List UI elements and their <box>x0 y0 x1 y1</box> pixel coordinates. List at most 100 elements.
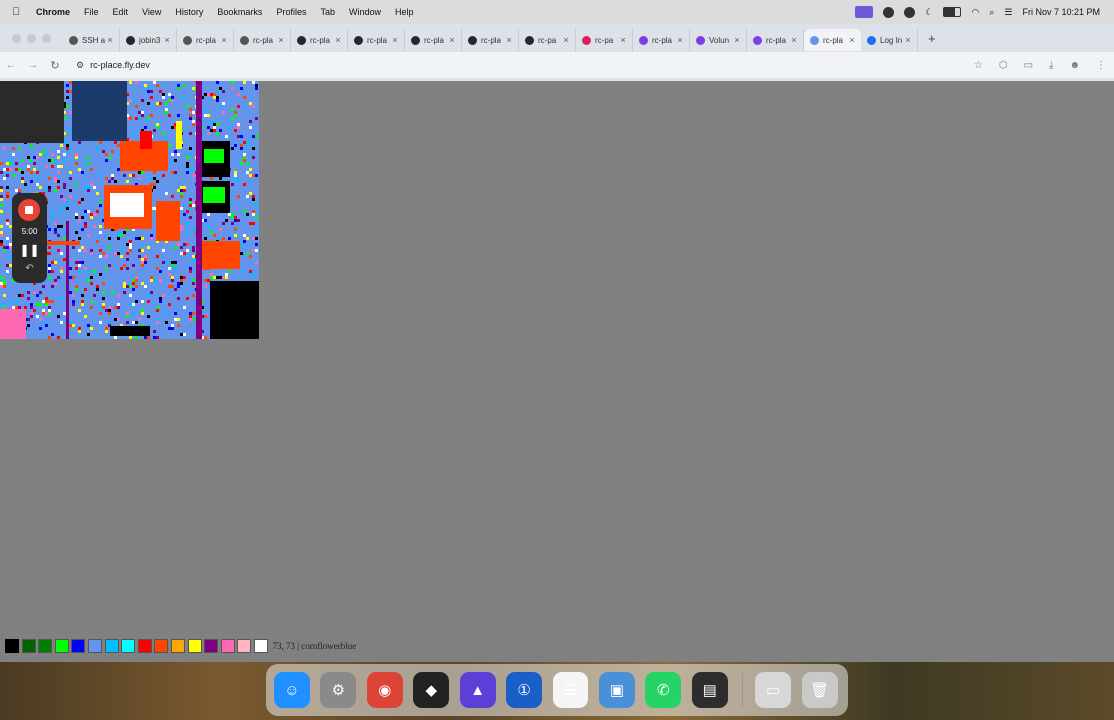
color-swatch[interactable] <box>38 638 53 653</box>
proton-icon[interactable]: ▲ <box>459 672 496 708</box>
tab-11[interactable]: Volun × <box>690 29 747 51</box>
tab-0[interactable]: SSH a × <box>63 29 120 51</box>
back-icon[interactable]: ← <box>0 59 22 71</box>
tab-6[interactable]: rc-pla × <box>405 29 462 51</box>
menu-file[interactable]: File <box>84 7 99 17</box>
minimize-window-button[interactable] <box>27 33 36 43</box>
bookmark-star-icon[interactable]: ☆ <box>974 60 983 71</box>
clock[interactable]: Fri Nov 7 10:21 PM <box>1022 7 1100 17</box>
trash-icon[interactable]: 🗑 <box>801 672 838 708</box>
menu-bookmarks[interactable]: Bookmarks <box>217 7 262 17</box>
tab-12[interactable]: rc-pla × <box>747 29 804 51</box>
tab-7[interactable]: rc-pla × <box>462 29 519 51</box>
reload-icon[interactable]: ↻ <box>44 59 66 72</box>
profile-icon[interactable]: ☻ <box>1069 60 1080 71</box>
close-tab-icon[interactable]: × <box>561 35 571 45</box>
wifi-icon[interactable]: ◠ <box>971 7 979 18</box>
tab-3[interactable]: rc-pla × <box>234 29 291 51</box>
close-tab-icon[interactable]: × <box>504 35 514 45</box>
chrome-icon[interactable]: ◉ <box>366 672 403 708</box>
color-swatch[interactable] <box>154 638 169 653</box>
system-settings-icon[interactable]: ⚙ <box>320 672 357 708</box>
tab-14[interactable]: Log In × <box>861 29 918 51</box>
close-tab-icon[interactable]: × <box>618 35 628 45</box>
status-icon-2[interactable] <box>904 6 916 18</box>
color-swatch[interactable] <box>253 638 268 653</box>
restart-recording-icon[interactable]: ↶ <box>12 263 47 274</box>
close-window-button[interactable] <box>12 33 21 43</box>
terminal-icon[interactable]: ▤ <box>691 672 728 708</box>
tab-4[interactable]: rc-pla × <box>291 29 348 51</box>
status-icon[interactable] <box>883 6 895 18</box>
close-tab-icon[interactable]: × <box>675 35 685 45</box>
close-tab-icon[interactable]: × <box>447 35 457 45</box>
color-swatch[interactable] <box>54 638 69 653</box>
color-swatch[interactable] <box>137 638 152 653</box>
color-swatch[interactable] <box>170 638 185 653</box>
new-tab-icon[interactable]: + <box>928 31 936 46</box>
tab-9[interactable]: rc-pa × <box>576 29 633 51</box>
close-tab-icon[interactable]: × <box>162 35 172 45</box>
menu-help[interactable]: Help <box>395 7 414 17</box>
close-tab-icon[interactable]: × <box>847 35 857 45</box>
reminders-icon[interactable]: ☰ <box>552 672 589 708</box>
color-swatch[interactable] <box>71 638 86 653</box>
menu-view[interactable]: View <box>142 7 161 17</box>
close-tab-icon[interactable]: × <box>333 35 343 45</box>
color-swatch[interactable] <box>87 638 102 653</box>
zoom-window-button[interactable] <box>42 33 51 43</box>
menu-tab[interactable]: Tab <box>320 7 335 17</box>
menu-profiles[interactable]: Profiles <box>276 7 306 17</box>
apple-icon[interactable]:  <box>12 6 24 18</box>
battery-icon[interactable] <box>943 7 962 17</box>
forward-icon[interactable]: → <box>22 59 44 71</box>
moon-icon[interactable]: ☾ <box>925 7 933 18</box>
color-swatch[interactable] <box>121 638 136 653</box>
unity-icon[interactable]: ◆ <box>413 672 450 708</box>
color-swatch[interactable] <box>187 638 202 653</box>
1password-icon[interactable]: ① <box>506 672 543 708</box>
tab-13[interactable]: rc-pla × <box>804 29 861 51</box>
close-tab-icon[interactable]: × <box>390 35 400 45</box>
download-icon[interactable]: ⤓ <box>1049 60 1053 71</box>
site-info-icon[interactable]: ⚙ <box>76 60 84 71</box>
more-menu-icon[interactable]: ⋮ <box>1096 60 1106 71</box>
address-bar[interactable]: ⚙ rc-place.fly.dev <box>72 55 946 75</box>
close-tab-icon[interactable]: × <box>789 35 799 45</box>
documents-icon[interactable]: ▭ <box>755 672 792 708</box>
control-center-icon[interactable]: ☰ <box>1004 7 1012 18</box>
sidepanel-icon[interactable]: ▭ <box>1024 60 1033 71</box>
tab-5[interactable]: rc-pla × <box>348 29 405 51</box>
menu-edit[interactable]: Edit <box>113 7 129 17</box>
url-text[interactable]: rc-place.fly.dev <box>90 60 150 70</box>
color-swatch[interactable] <box>204 638 219 653</box>
close-tab-icon[interactable]: × <box>219 35 229 45</box>
tab-2[interactable]: rc-pla × <box>177 29 234 51</box>
close-tab-icon[interactable]: × <box>276 35 286 45</box>
color-swatch[interactable] <box>5 638 19 653</box>
search-icon[interactable]: ⌕ <box>989 7 994 18</box>
color-swatch[interactable] <box>220 638 235 653</box>
menu-app-name[interactable]: Chrome <box>36 7 70 17</box>
pixel <box>243 210 246 213</box>
menu-window[interactable]: Window <box>349 7 381 17</box>
screen-record-icon[interactable] <box>855 6 874 18</box>
tab-8[interactable]: rc-pa × <box>519 29 576 51</box>
pixel-canvas[interactable]: 5:00 ❚❚ ↶ <box>0 81 259 339</box>
stop-recording-button[interactable] <box>18 199 40 221</box>
tab-1[interactable]: jobin3 × <box>120 29 177 51</box>
whatsapp-icon[interactable]: ✆ <box>645 672 682 708</box>
close-tab-icon[interactable]: × <box>105 35 115 45</box>
menu-history[interactable]: History <box>175 7 203 17</box>
finder-icon[interactable]: ☺ <box>274 672 310 708</box>
pause-recording-icon[interactable]: ❚❚ <box>12 243 47 257</box>
extensions-icon[interactable]: ⬡ <box>999 60 1008 71</box>
color-swatch[interactable] <box>104 638 119 653</box>
color-swatch[interactable] <box>21 638 36 653</box>
pixel <box>204 237 207 240</box>
preview-icon[interactable]: ▣ <box>598 672 635 708</box>
tab-10[interactable]: rc-pla × <box>633 29 690 51</box>
close-tab-icon[interactable]: × <box>903 35 913 45</box>
color-swatch[interactable] <box>237 638 252 653</box>
close-tab-icon[interactable]: × <box>732 35 742 45</box>
